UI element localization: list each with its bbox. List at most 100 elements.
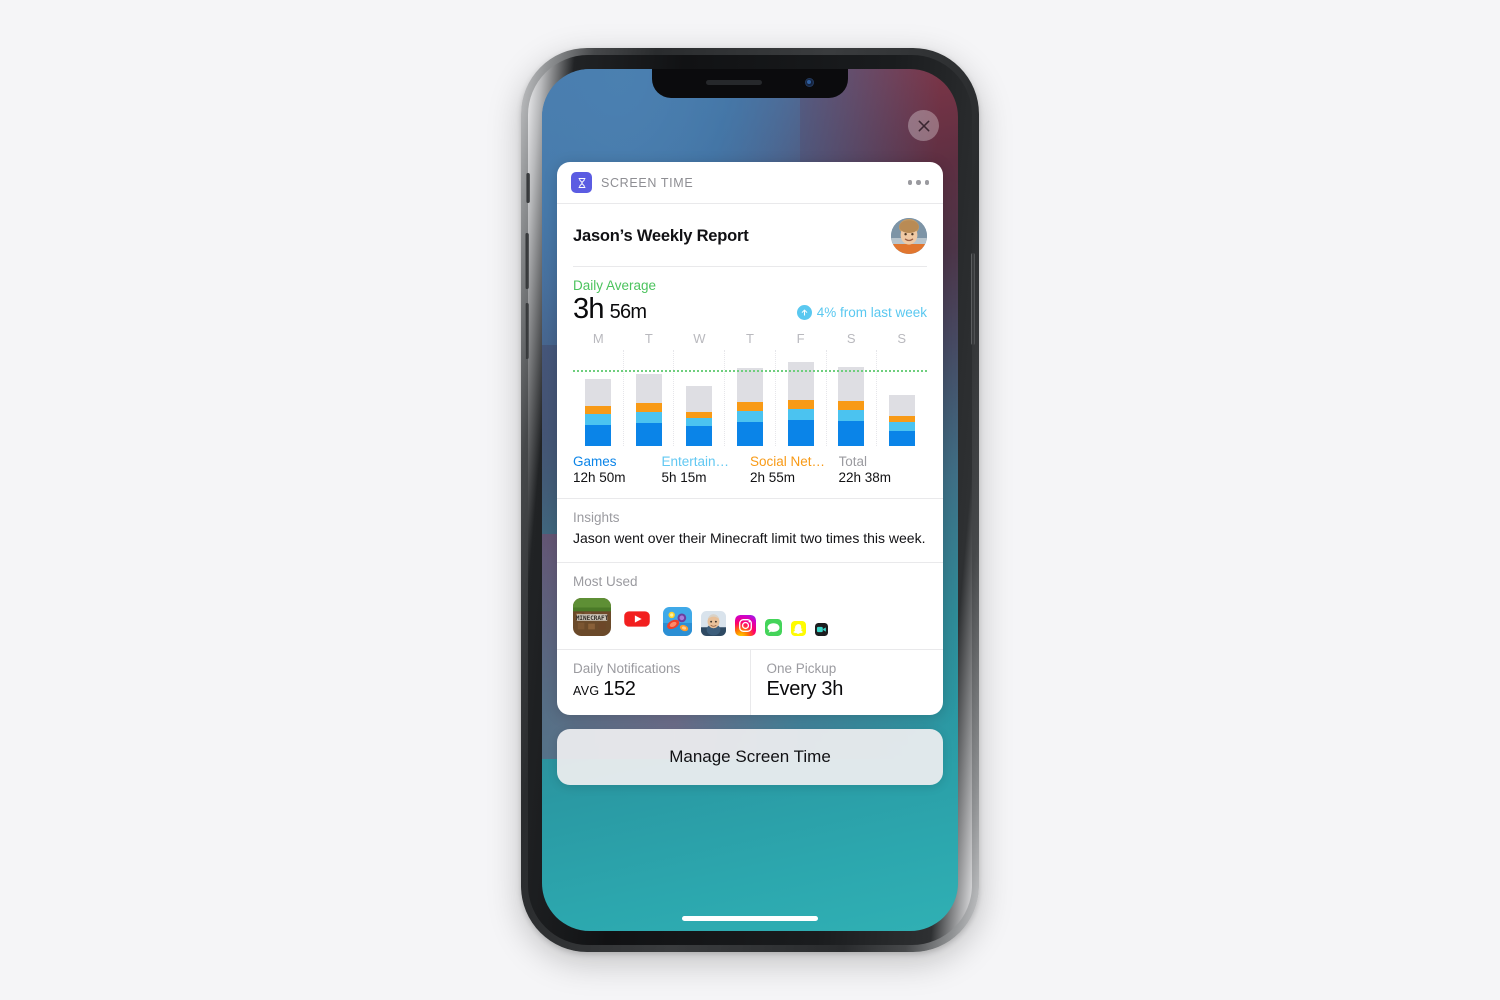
stat-daily-notifications: Daily Notifications AVG 152: [557, 650, 750, 715]
daily-average-row: 3h 56m 4% from last week: [573, 294, 927, 324]
most-used-app-icons: MINECRAFT: [573, 597, 927, 636]
bar-segment-other: [838, 366, 865, 402]
hourglass-icon: [571, 172, 592, 193]
stat-value: Every 3h: [767, 678, 928, 701]
legend-item-games: Games 12h 50m: [573, 454, 662, 485]
stat-one-pickup: One Pickup Every 3h: [749, 649, 944, 715]
chart-day-label-tuesday: T: [644, 331, 653, 347]
power-button[interactable]: [971, 253, 975, 345]
legend-value: 12h 50m: [573, 470, 626, 486]
more-options-button[interactable]: [907, 180, 929, 185]
bar-segment-games: [737, 422, 764, 447]
chart-bar-sunday[interactable]: [876, 350, 927, 447]
volume-up-button[interactable]: [525, 233, 529, 289]
insights-section: Insights Jason went over their Minecraft…: [557, 499, 943, 561]
bar-segment-entertainment: [737, 410, 764, 423]
legend-label: Total: [838, 454, 868, 470]
daily-average-section: Daily Average 3h 56m 4% from last week: [557, 267, 943, 324]
bar-segment-entertainment: [585, 413, 612, 426]
legend-value: 5h 15m: [661, 470, 707, 486]
manage-screen-time-label: Manage Screen Time: [669, 747, 831, 766]
bar-segment-other: [635, 374, 662, 404]
app-icon-candy-crush-saga[interactable]: [663, 606, 692, 636]
bar-segment-games: [888, 431, 915, 447]
chart-day-label-monday: M: [592, 331, 604, 347]
legend-value: 22h 38m: [838, 470, 892, 486]
bar-segment-other: [585, 379, 612, 407]
chart-day-label-friday: F: [796, 331, 805, 347]
card-header: SCREEN TIME: [557, 162, 943, 204]
legend-label: Games: [573, 454, 617, 470]
chart-bar-monday[interactable]: [573, 350, 624, 447]
phone-bezel: SCREEN TIME Jason’s Weekly Report Daily …: [525, 55, 975, 945]
chart-day-label-wednesday: W: [693, 331, 706, 347]
volume-down-button[interactable]: [525, 303, 529, 359]
front-camera-icon: [805, 78, 814, 87]
daily-average-hours: 3h: [573, 293, 604, 325]
app-icon-minecraft[interactable]: MINECRAFT: [573, 597, 611, 636]
bar-segment-games: [838, 420, 865, 447]
bar-segment-other: [737, 367, 764, 403]
report-header: Jason’s Weekly Report: [557, 204, 943, 254]
app-icon-messages[interactable]: [765, 618, 782, 636]
bar-segment-other: [787, 362, 814, 401]
close-button[interactable]: [908, 110, 939, 141]
stats-section: Daily Notifications AVG 152 One Pickup Ever…: [557, 649, 944, 715]
bar-segment-entertainment: [888, 422, 915, 432]
app-icon-youtube[interactable]: [620, 601, 654, 636]
app-icon-snapchat[interactable]: [791, 620, 806, 636]
screen-time-report-card: SCREEN TIME Jason’s Weekly Report Daily …: [557, 162, 943, 715]
trend-text: 4% from last week: [816, 305, 927, 321]
bar-segment-entertainment: [787, 409, 814, 420]
daily-average-label: Daily Average: [573, 278, 657, 293]
legend-item-total: Total 22h 38m: [839, 454, 928, 485]
app-icon-game-character[interactable]: [701, 610, 726, 636]
home-indicator[interactable]: [682, 916, 818, 921]
bar-segment-other: [888, 394, 915, 416]
chart-bar-wednesday[interactable]: [674, 350, 725, 447]
chart-bar-saturday[interactable]: [826, 350, 877, 447]
stacked-bar: [838, 366, 865, 447]
weekly-usage-chart: MTWTFSS: [573, 331, 927, 447]
chart-day-label-sunday: S: [897, 331, 907, 347]
avatar: [891, 218, 927, 254]
bar-segment-social-networking: [888, 415, 915, 423]
bar-segment-social-networking: [838, 401, 865, 410]
most-used-section: Most Used MINECRAFT: [557, 563, 943, 649]
insights-label: Insights: [573, 510, 620, 526]
chart-day-label-saturday: S: [846, 331, 856, 347]
legend-label: Social Net…: [750, 454, 826, 470]
bar-segment-games: [787, 419, 814, 447]
legend-value: 2h 55m: [750, 470, 796, 486]
bar-segment-entertainment: [686, 417, 713, 427]
stat-number: Every 3h: [766, 677, 844, 700]
bar-segment-games: [585, 425, 612, 447]
trend-indicator: 4% from last week: [796, 305, 927, 321]
silent-switch[interactable]: [526, 173, 530, 203]
stacked-bar: [737, 367, 764, 447]
manage-screen-time-button[interactable]: Manage Screen Time: [557, 729, 943, 785]
stat-number: 152: [603, 677, 636, 700]
arrow-up-icon: [796, 305, 812, 321]
chart-bar-tuesday[interactable]: [624, 350, 675, 447]
most-used-label: Most Used: [573, 573, 638, 589]
app-icon-instagram[interactable]: [735, 614, 756, 636]
chart-x-axis-labels: MTWTFSS: [573, 331, 927, 346]
phone-screen: SCREEN TIME Jason’s Weekly Report Daily …: [542, 69, 958, 931]
svg-text:MINECRAFT: MINECRAFT: [576, 615, 609, 622]
screenshot-stage: SCREEN TIME Jason’s Weekly Report Daily …: [0, 0, 1500, 1000]
chart-plot-area: [573, 350, 927, 447]
page-title: Jason’s Weekly Report: [573, 226, 749, 245]
stacked-bar: [888, 394, 915, 447]
daily-average-minutes: 56m: [609, 301, 647, 323]
chart-legend: Games 12h 50m Entertain… 5h 15m Social Net… 2…: [573, 454, 927, 498]
app-icon-facetime[interactable]: [815, 622, 828, 636]
stat-prefix: AVG: [573, 683, 604, 698]
stacked-bar: [787, 362, 814, 447]
chart-bar-thursday[interactable]: [725, 350, 776, 447]
chart-bar-friday[interactable]: [775, 350, 826, 447]
chart-day-label-thursday: T: [746, 331, 754, 347]
stat-label: One Pickup: [766, 660, 837, 676]
bar-segment-social-networking: [635, 403, 662, 412]
bar-segment-entertainment: [635, 411, 662, 424]
